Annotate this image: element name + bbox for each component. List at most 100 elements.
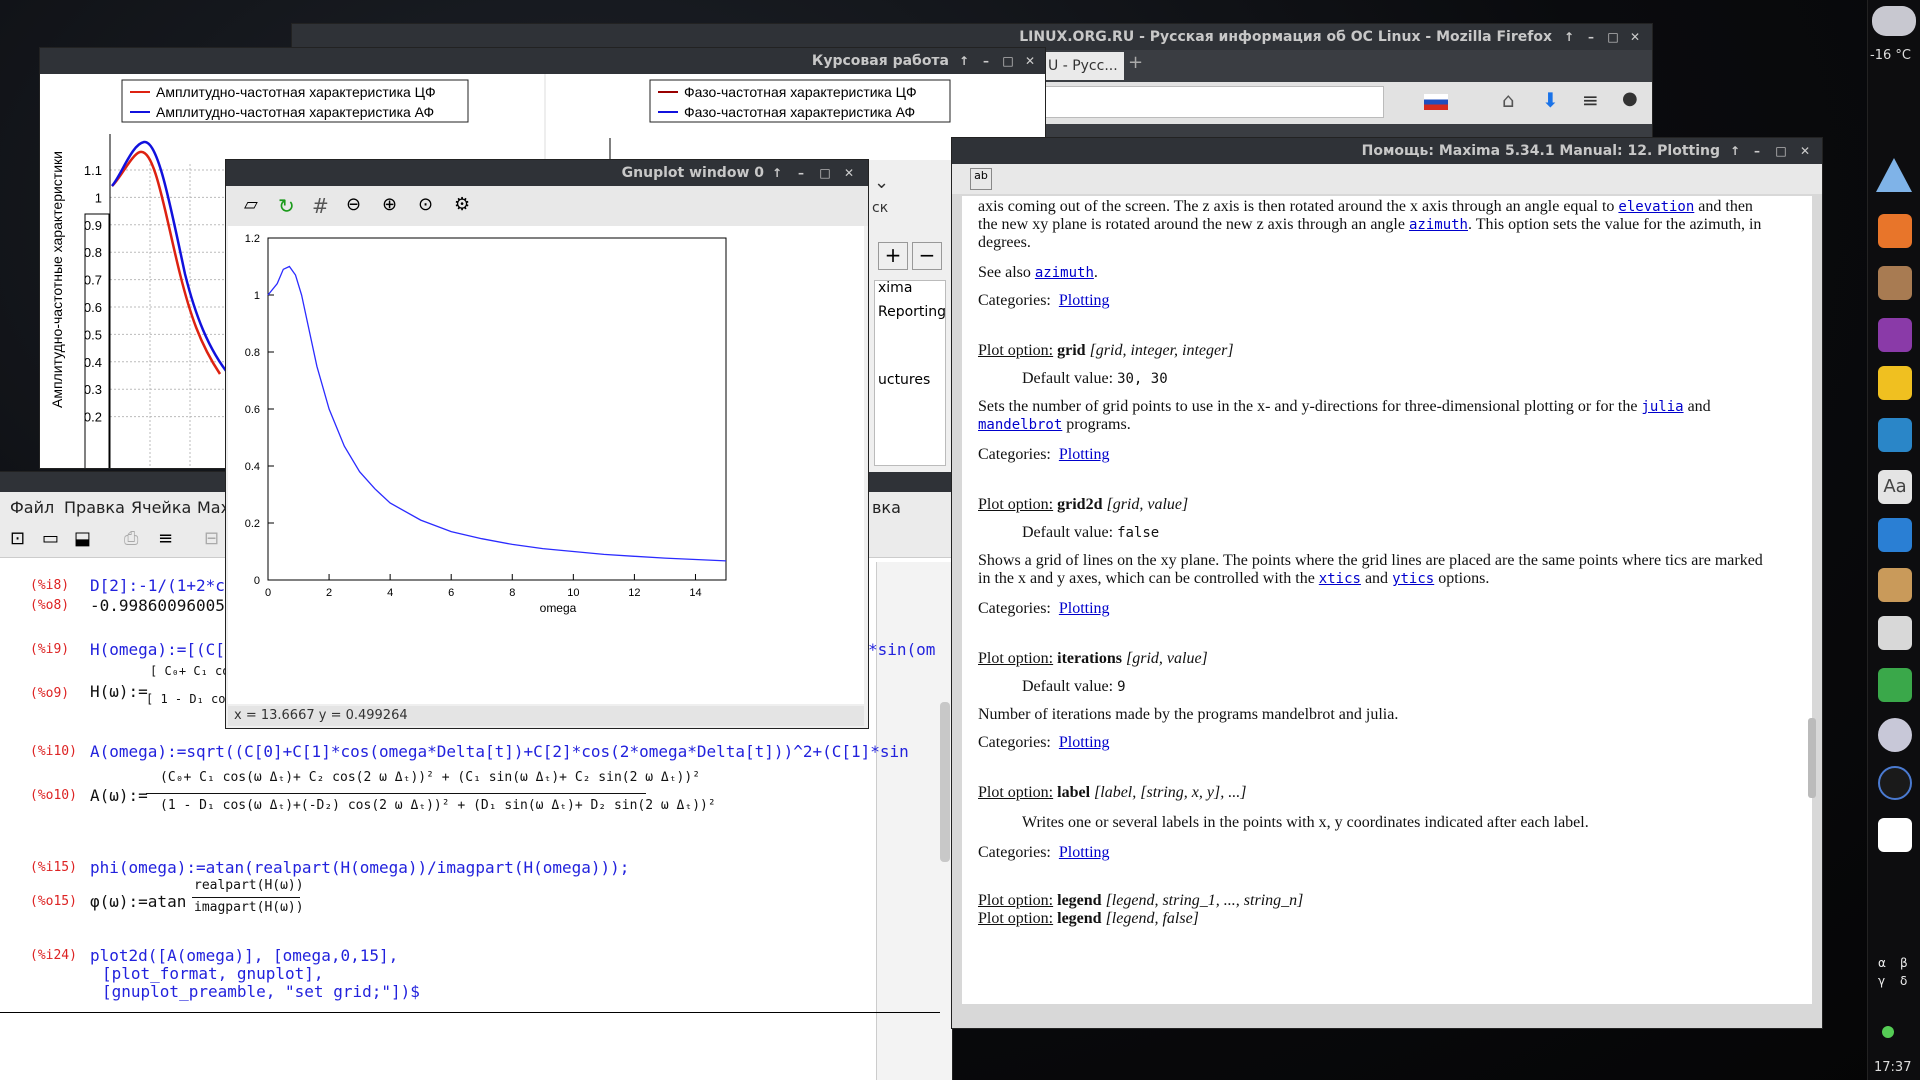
save-icon[interactable]: ⬓ [74, 528, 91, 549]
list-item[interactable]: uctures [878, 372, 930, 388]
download-icon[interactable]: ⬇ [1542, 88, 1559, 112]
maximize-icon[interactable]: □ [1602, 24, 1624, 50]
export-icon[interactable]: ▱ [244, 194, 258, 215]
plot-icon[interactable] [1878, 818, 1912, 852]
link-plotting[interactable]: Plotting [1059, 844, 1110, 861]
link-plotting[interactable]: Plotting [1059, 734, 1110, 751]
link-julia[interactable]: julia [1641, 399, 1683, 415]
zoom-out-icon[interactable]: ⊖ [346, 194, 361, 215]
y-tick-label: 0.4 [245, 461, 260, 473]
files-icon[interactable] [1878, 568, 1912, 602]
firefox-icon[interactable] [1878, 214, 1912, 248]
menu-edit[interactable]: Правка [64, 498, 125, 517]
link-azimuth[interactable]: azimuth [1035, 265, 1094, 281]
chat-icon[interactable] [1878, 318, 1912, 352]
help-titlebar[interactable]: Помощь: Maxima 5.34.1 Manual: 12. Plotti… [952, 138, 1822, 164]
scrollbar[interactable] [940, 702, 950, 862]
status-icon[interactable] [1882, 1026, 1894, 1038]
weather-icon[interactable] [1872, 6, 1916, 36]
chat-icon[interactable]: ● [1622, 88, 1638, 109]
maxima-icon[interactable] [1878, 718, 1912, 752]
categories-label: Categories: [978, 446, 1051, 463]
editor-icon[interactable] [1878, 518, 1912, 552]
close-icon[interactable]: ✕ [1794, 138, 1816, 164]
new-tab-icon[interactable]: + [1128, 52, 1143, 73]
menu-cell[interactable]: Ячейка [131, 498, 191, 517]
link-plotting[interactable]: Plotting [1059, 292, 1110, 309]
add-button[interactable]: + [878, 242, 908, 270]
link-ytics[interactable]: ytics [1392, 571, 1434, 587]
input-line[interactable]: A(omega):=sqrt((C[0]+C[1]*cos(omega*Delt… [90, 742, 909, 761]
font-viewer-icon[interactable]: Aa [1878, 470, 1912, 504]
legend-entry: Фазо-частотная характеристика АФ [684, 104, 915, 120]
menu-file[interactable]: Файл [10, 498, 54, 517]
font-icon[interactable]: ab [970, 168, 992, 190]
gnuplot-window[interactable]: Gnuplot window 0 ↑ – □ ✕ ▱ ↻ # ⊖ ⊕ ⊙ ⚙ 0 2 4 6… [226, 160, 868, 728]
link-plotting[interactable]: Plotting [1059, 600, 1110, 617]
mail-icon[interactable] [1878, 266, 1912, 300]
maximize-icon[interactable]: □ [1770, 138, 1792, 164]
gnuplot-titlebar[interactable]: Gnuplot window 0 ↑ – □ ✕ [226, 160, 868, 186]
zoom-fit-icon[interactable]: ⊙ [418, 194, 433, 215]
minimize-icon[interactable]: – [975, 48, 997, 74]
plot-option-label: Plot option: [978, 650, 1054, 667]
url-bar[interactable] [1044, 86, 1384, 118]
browser-tab[interactable]: U - Русс... [1044, 52, 1124, 80]
minimize-icon[interactable]: – [1580, 24, 1602, 50]
pin-icon[interactable]: ↑ [1558, 24, 1580, 50]
pin-icon[interactable]: ↑ [953, 48, 975, 74]
menu-icon[interactable]: ≡ [1582, 88, 1599, 112]
camera-icon[interactable] [1878, 418, 1912, 452]
maximize-icon[interactable]: □ [814, 160, 836, 186]
input-line[interactable]: phi(omega):=atan(realpart(H(omega))/imag… [90, 858, 629, 877]
option-name: legend [1057, 892, 1102, 909]
firefox-titlebar[interactable]: LINUX.ORG.RU - Русская информация об ОС … [292, 24, 1652, 50]
tab-label[interactable]: ск [872, 200, 888, 216]
close-icon[interactable]: ✕ [1019, 48, 1041, 74]
print-icon[interactable]: ⎙ [124, 528, 138, 549]
home-icon[interactable]: ⌂ [1502, 88, 1515, 112]
help-window[interactable]: Помощь: Maxima 5.34.1 Manual: 12. Plotti… [952, 138, 1822, 1028]
y-tick-label: 1.2 [245, 233, 260, 245]
kurs-titlebar[interactable]: Курсовая работа ↑ – □ ✕ [40, 48, 1045, 74]
grid-icon[interactable]: # [312, 194, 329, 218]
list-item[interactable]: xima [878, 280, 912, 296]
link-elevation[interactable]: elevation [1618, 199, 1694, 215]
input-line[interactable]: H(omega):=[(C[ [90, 640, 225, 659]
input-line[interactable]: plot2d([A(omega)], [omega,0,15], [90, 946, 398, 965]
close-icon[interactable]: ✕ [1624, 24, 1646, 50]
help-scrollbar[interactable] [1808, 718, 1816, 798]
list-item[interactable]: Reporting [878, 304, 946, 320]
minimize-icon[interactable]: – [790, 160, 812, 186]
open-icon[interactable]: ▭ [42, 528, 59, 549]
close-icon[interactable]: ✕ [838, 160, 860, 186]
arch-logo-icon[interactable] [1876, 158, 1912, 192]
pin-icon[interactable]: ↑ [766, 160, 788, 186]
menu-insert[interactable]: вка [872, 498, 901, 517]
new-icon[interactable]: ⊡ [10, 528, 25, 549]
music-icon[interactable] [1878, 366, 1912, 400]
zoom-in-icon[interactable]: ⊕ [382, 194, 397, 215]
input-line[interactable]: D[2]:-1/(1+2*c [90, 576, 225, 595]
input-line[interactable]: [gnuplot_preamble, "set grid;"])$ [102, 982, 420, 1001]
help-text: and [1364, 570, 1389, 587]
config-icon[interactable]: ≡ [158, 528, 173, 549]
link-azimuth[interactable]: azimuth [1409, 217, 1468, 233]
settings-icon[interactable]: ⚙ [454, 194, 470, 215]
minimize-icon[interactable]: – [1746, 138, 1768, 164]
link-xtics[interactable]: xtics [1319, 571, 1361, 587]
input-line-tail[interactable]: *sin(om [868, 640, 935, 659]
link-plotting[interactable]: Plotting [1059, 446, 1110, 463]
replot-icon[interactable]: ↻ [278, 194, 295, 218]
chevron-down-icon[interactable]: ⌄ [874, 172, 889, 193]
window-title: LINUX.ORG.RU - Русская информация об ОС … [1019, 29, 1552, 45]
calc-icon[interactable] [1878, 668, 1912, 702]
libreoffice-icon[interactable] [1878, 616, 1912, 650]
link-mandelbrot[interactable]: mandelbrot [978, 417, 1062, 433]
input-line[interactable]: [plot_format, gnuplot], [102, 964, 324, 983]
gimp-icon[interactable] [1878, 766, 1912, 800]
maximize-icon[interactable]: □ [997, 48, 1019, 74]
remove-button[interactable]: − [912, 242, 942, 270]
pin-icon[interactable]: ↑ [1724, 138, 1746, 164]
cut-icon[interactable]: ⊟ [204, 528, 219, 549]
